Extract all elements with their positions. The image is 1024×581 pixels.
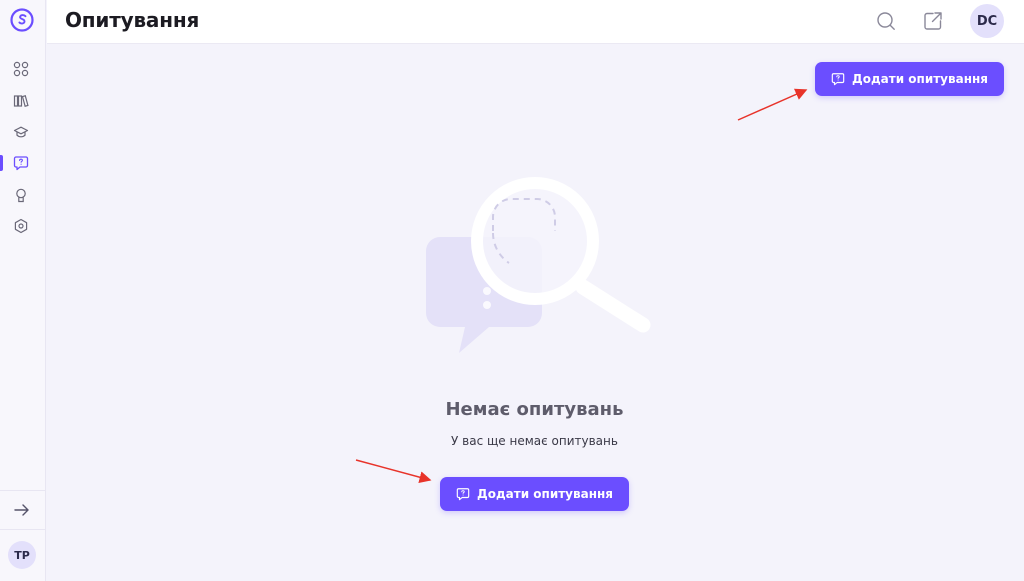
external-link-icon[interactable] <box>922 10 944 32</box>
settings-icon <box>14 218 28 234</box>
graduation-cap-icon <box>13 126 29 138</box>
search-icon[interactable] <box>875 10 897 32</box>
app-logo-icon[interactable] <box>10 8 34 32</box>
library-icon <box>13 95 29 107</box>
empty-state-title: Немає опитувань <box>445 399 624 420</box>
user-avatar[interactable]: DC <box>970 4 1004 38</box>
dashboard-icon <box>13 61 29 77</box>
user-avatar-sidebar[interactable]: TP <box>8 541 36 569</box>
survey-icon <box>831 73 845 86</box>
sidebar-item-courses[interactable] <box>11 122 31 142</box>
arrow-right-icon[interactable] <box>12 501 32 519</box>
empty-state-subtitle: У вас ще немає опитувань <box>451 434 618 448</box>
award-icon <box>16 188 26 203</box>
page-title: Опитування <box>65 8 200 32</box>
active-nav-indicator <box>0 155 3 171</box>
survey-icon <box>456 488 470 501</box>
annotation-arrow-top <box>737 88 808 121</box>
add-survey-button[interactable]: Додати опитування <box>815 62 1004 96</box>
add-survey-button-empty-state-label: Додати опитування <box>477 487 613 501</box>
sidebar-item-settings[interactable] <box>11 216 31 236</box>
survey-icon <box>13 156 29 171</box>
sidebar-item-achievements[interactable] <box>11 185 31 205</box>
sidebar-divider <box>0 529 46 530</box>
sidebar-item-dashboard[interactable] <box>11 59 31 79</box>
sidebar-item-library[interactable] <box>11 91 31 111</box>
sidebar-item-surveys[interactable] <box>11 153 31 173</box>
top-header: Опитування DC <box>47 0 1024 44</box>
empty-search-illustration <box>426 177 651 353</box>
sidebar: TP <box>0 0 46 581</box>
add-survey-button-label: Додати опитування <box>852 72 988 86</box>
annotation-arrow-center <box>355 459 432 484</box>
sidebar-divider <box>0 490 46 491</box>
add-survey-button-empty-state[interactable]: Додати опитування <box>440 477 629 511</box>
